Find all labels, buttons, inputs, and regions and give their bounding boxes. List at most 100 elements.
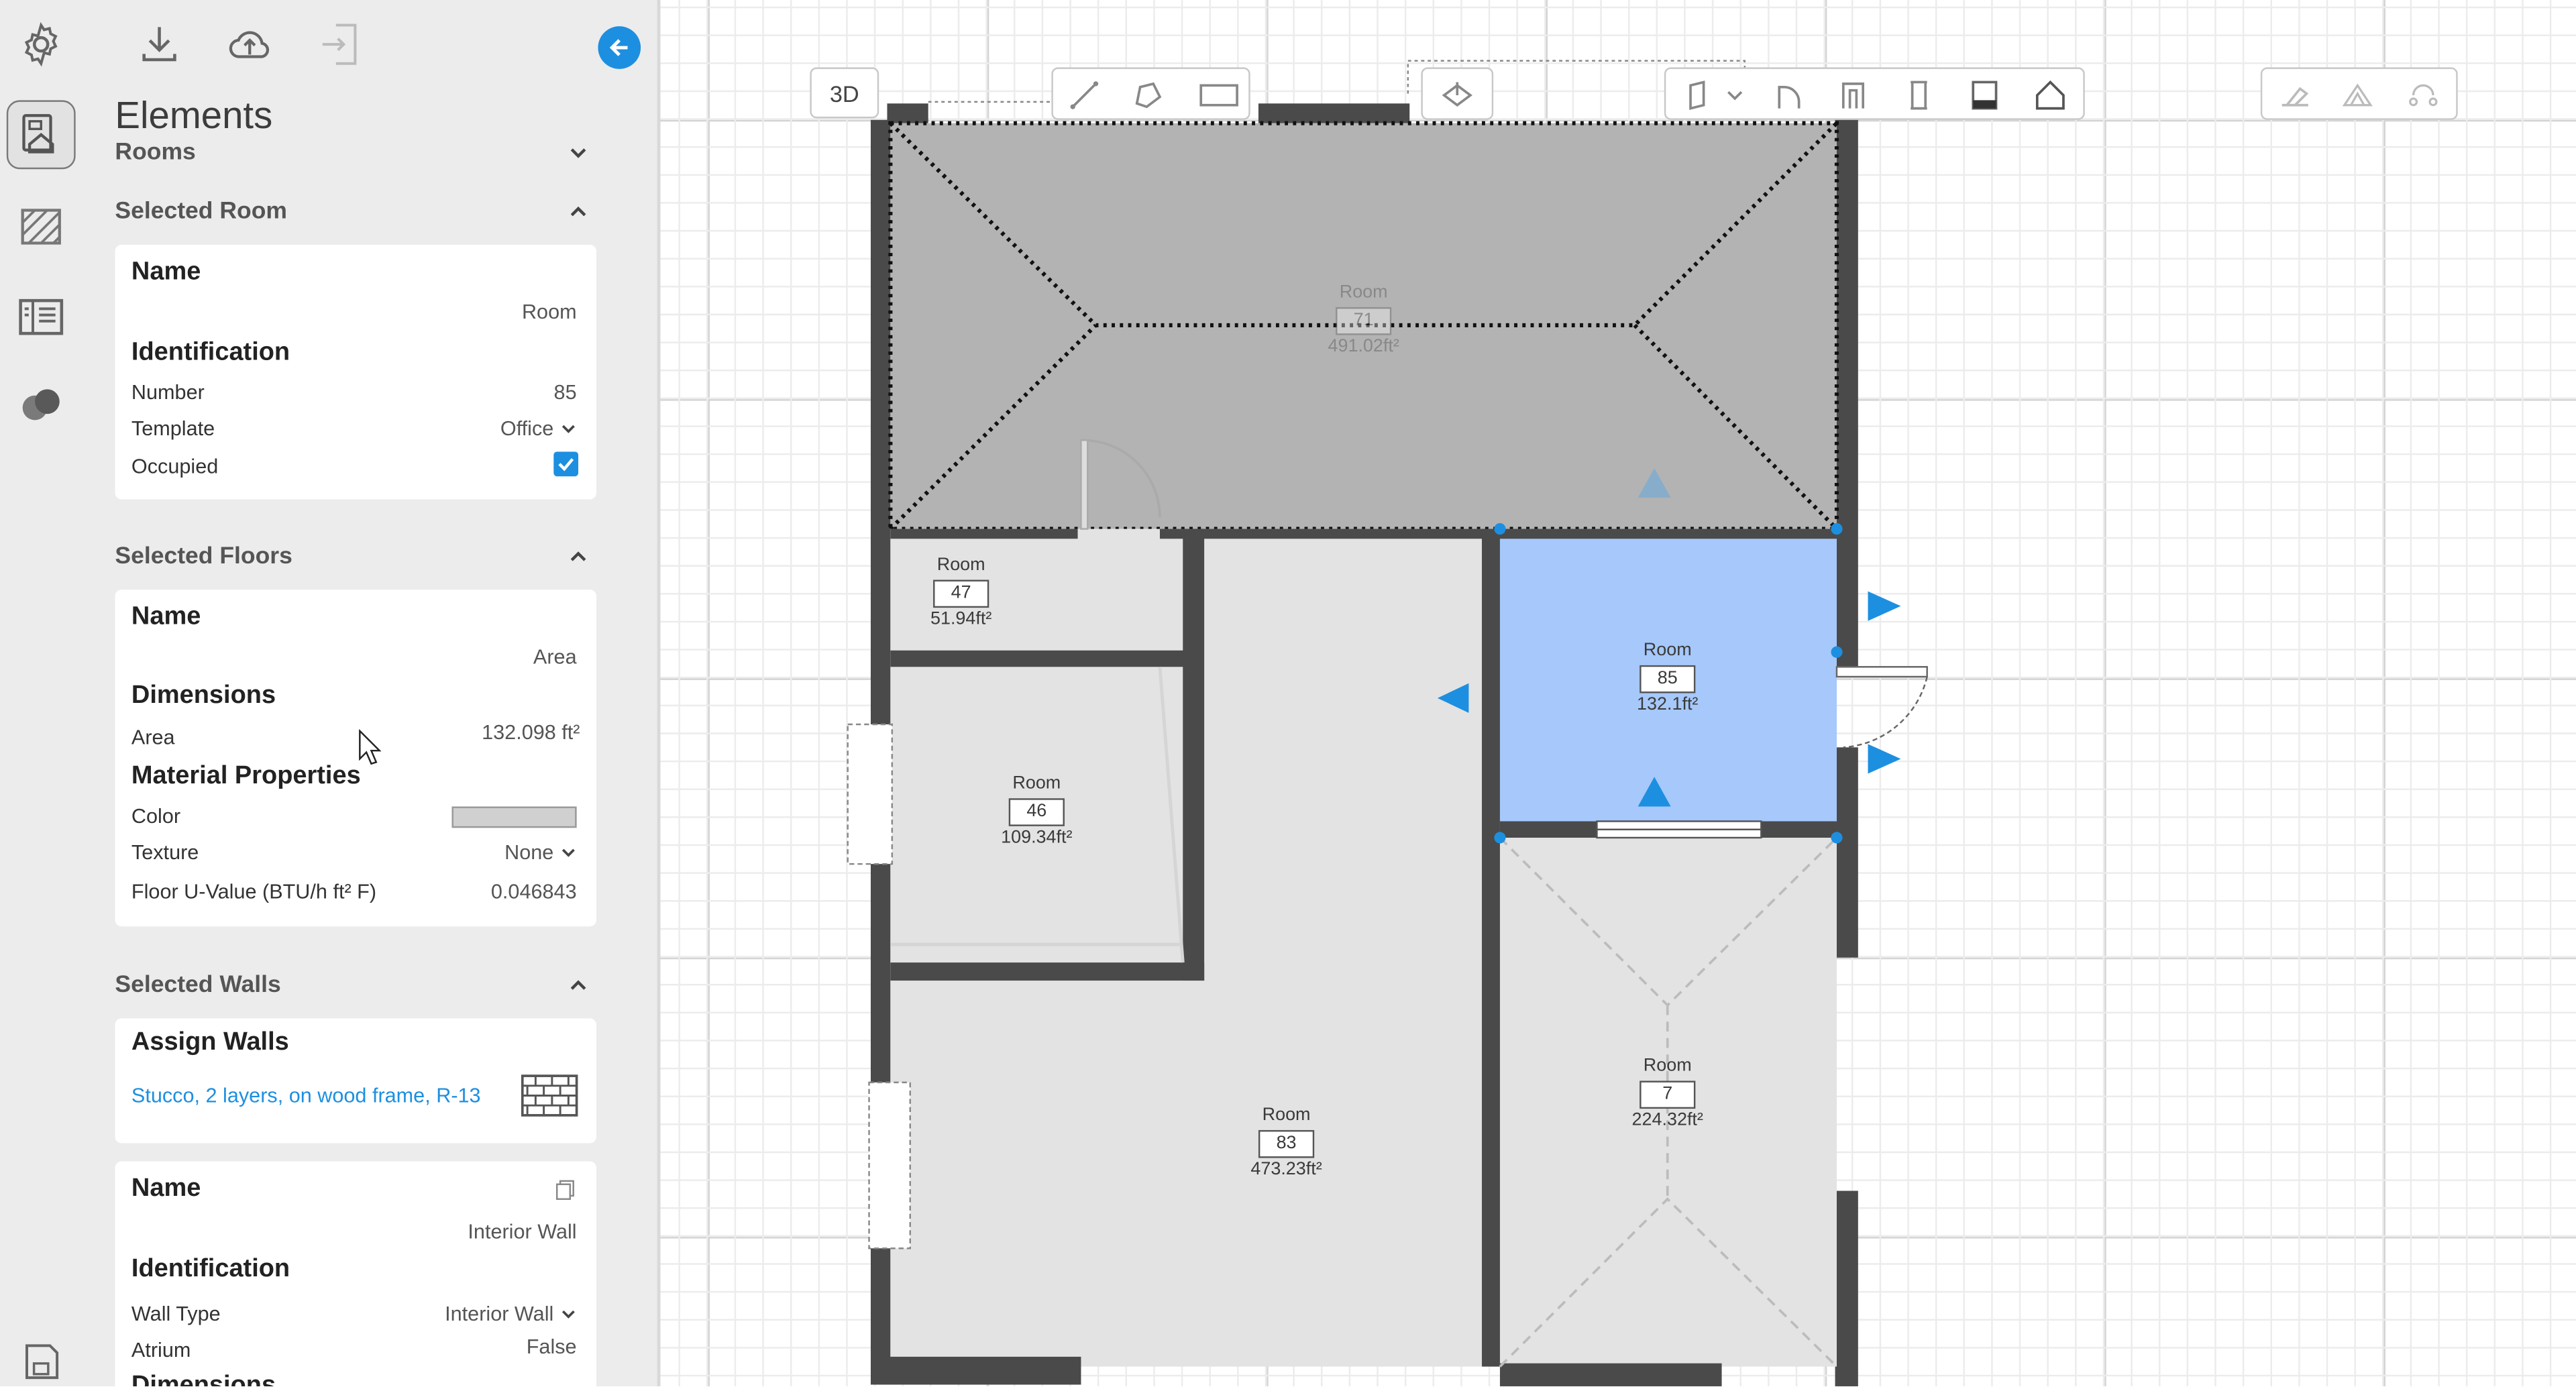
column-tool-icon[interactable] [1902,79,1935,112]
selected-floors-header[interactable]: Selected Floors [115,544,292,570]
draw-tools-toolbar [1051,67,1250,120]
template-select-value: Office [500,417,554,441]
atrium-label: Atrium [131,1338,191,1362]
room-area-text: 473.23ft² [1250,1159,1322,1180]
arrow-right-handle-top[interactable] [1868,591,1901,621]
floor-area-label: Area [131,726,175,749]
texture-select[interactable]: None [504,841,576,864]
copy-icon[interactable] [555,1179,575,1201]
room-number-box: 47 [933,579,989,608]
book-report-icon[interactable] [7,282,76,351]
left-rail [0,0,83,1386]
room-template-label: Template [131,417,215,441]
elements-toolbar [1664,67,2085,120]
room-name-heading: Name [131,258,201,286]
chevron-up-icon[interactable] [568,547,588,567]
material-properties-heading: Material Properties [131,762,361,790]
atrium-value[interactable]: False [527,1335,577,1358]
rectangle-tool-icon[interactable] [1197,79,1240,112]
wall-type-label: Wall Type [131,1302,221,1326]
room-area-text: 132.1ft² [1637,694,1699,715]
chevron-down-icon [561,848,575,857]
room-area-text: 224.32ft² [1631,1110,1703,1130]
opening-tool-icon[interactable] [1837,79,1870,112]
elements-panel: Elements Rooms Selected Room Name Room I… [82,0,657,1386]
selected-room-header[interactable]: Selected Room [115,199,287,225]
room-area-text: 109.34ft² [1001,828,1073,848]
save-floppy-icon[interactable] [7,1327,76,1386]
room-number-box: 83 [1258,1129,1315,1158]
polygon-tool-icon[interactable] [1132,79,1165,112]
room-name-text: Room [1012,773,1061,793]
collapse-panel-button[interactable] [598,26,641,69]
floor-color-label: Color [131,805,181,828]
arc-opening-tool-icon[interactable] [1771,79,1804,112]
room-identification-heading: Identification [131,338,290,367]
settings-gear-icon[interactable] [7,10,76,79]
room-number-box: 71 [1336,307,1392,335]
chevron-down-icon[interactable] [568,143,588,162]
chevron-down-icon [561,425,575,433]
room-name-value[interactable]: Room [522,300,577,323]
room-area-text: 51.94ft² [930,609,992,629]
floor-texture-label: Texture [131,840,199,865]
room-number-box: 85 [1640,665,1696,694]
roof-tool-icon[interactable] [2034,79,2067,112]
chevron-down-icon [561,1310,575,1319]
checkmark-icon [558,458,574,471]
floor-uvalue-value[interactable]: 0.046843 [491,881,577,903]
floor-plan-drawing[interactable] [660,0,2576,1386]
wall-assembly-link[interactable]: Stucco, 2 layers, on wood frame, R-13 [131,1084,481,1107]
elements-plan-icon[interactable] [6,100,76,170]
textures-hatch-icon[interactable] [7,192,76,262]
wall-name-heading: Name [131,1174,201,1203]
panel-title: Elements [115,93,273,137]
floor-dimensions-heading: Dimensions [131,681,276,710]
wall-identification-heading: Identification [131,1255,290,1283]
wall-properties-card: Name Interior Wall Identification Wall T… [115,1161,596,1386]
line-tool-icon[interactable] [1068,79,1101,112]
template-select[interactable]: Office [500,417,577,440]
floor-name-heading: Name [131,602,201,631]
layers-circles-icon[interactable] [7,371,76,440]
annotation-toolbar [2260,67,2458,120]
room-name-text: Room [1262,1105,1311,1125]
rooms-section-header[interactable]: Rooms [115,140,195,166]
floor-area-value: 132.098 ft² [482,721,580,744]
color-swatch[interactable] [451,806,577,828]
brick-wall-icon[interactable] [521,1074,578,1117]
roof-pitch-tool-icon[interactable] [2341,79,2374,112]
door-tool-icon[interactable] [1682,79,1715,112]
occupied-checkbox[interactable] [553,451,579,477]
mouse-cursor-icon [359,729,382,765]
arrow-right-handle-bottom[interactable] [1868,744,1901,774]
floor-plan-canvas[interactable]: Room 71 491.02ft² Room 47 51.94ft² Room 85 132.1… [359,0,2576,1386]
view-3d-button[interactable]: 3D [810,67,879,119]
arrow-left-icon [609,39,628,56]
export-door-icon[interactable] [314,16,370,72]
wall-type-select-value: Interior Wall [445,1302,554,1326]
chevron-up-icon[interactable] [568,976,588,995]
wall-name-value[interactable]: Interior Wall [468,1221,576,1243]
view-3d-label: 3D [829,80,859,107]
download-icon[interactable] [131,16,187,72]
room-number-value[interactable]: 85 [554,381,577,404]
room-number-label: Number [131,381,205,404]
assign-walls-card: Assign Walls Stucco, 2 layers, on wood f… [115,1018,596,1144]
floor-layer-icon[interactable] [1441,79,1474,112]
eraser-tool-icon[interactable] [2279,79,2312,112]
floor-tool-toolbar [1421,67,1494,120]
door-options-chevron-icon[interactable] [1725,79,1744,112]
wall-type-select[interactable]: Interior Wall [445,1302,576,1325]
room-number-box: 46 [1008,798,1065,826]
floor-name-value[interactable]: Area [533,645,577,668]
wall-dimensions-heading: Dimensions [131,1371,276,1386]
room-name-text: Room [1643,641,1692,661]
rotate-tool-icon[interactable] [2407,79,2440,112]
window-tool-icon[interactable] [1968,79,2001,112]
selected-walls-header[interactable]: Selected Walls [115,973,280,999]
room-name-text: Room [936,555,985,575]
chevron-up-icon[interactable] [568,202,588,221]
room-name-text: Room [1339,282,1388,302]
cloud-upload-icon[interactable] [222,16,278,72]
